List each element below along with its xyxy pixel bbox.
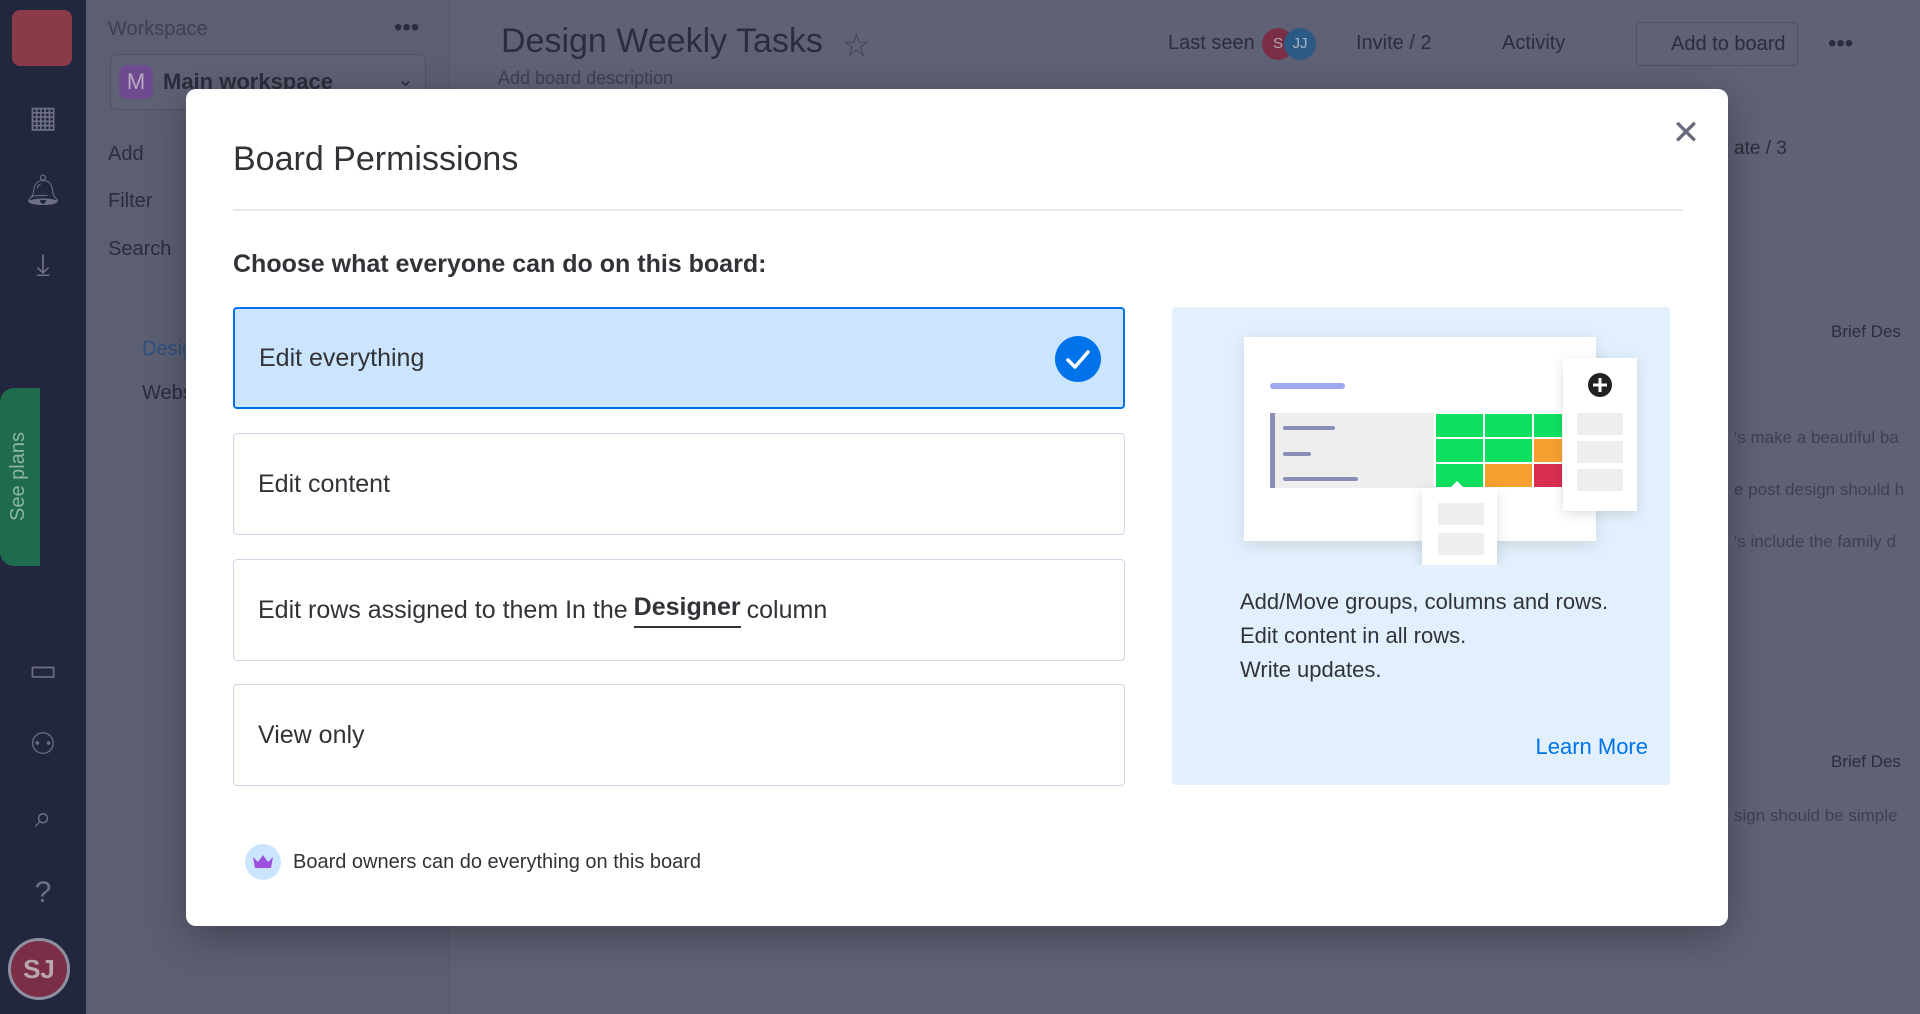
option-label: column [746, 595, 828, 624]
description-line: Edit content in all rows. [1240, 623, 1467, 648]
close-icon[interactable]: ✕ [1666, 113, 1706, 153]
dialog-title: Board Permissions [233, 140, 519, 178]
app-logo[interactable] [12, 10, 72, 66]
option-label: Edit rows assigned to them In the [258, 595, 628, 624]
calendar-icon[interactable]: ▭ [22, 650, 64, 692]
row-text: e post design should h [1734, 480, 1905, 499]
star-icon[interactable]: ☆ [842, 26, 871, 64]
avatar[interactable]: JJ [1284, 28, 1316, 60]
board-permissions-dialog: Board Permissions ✕ Choose what everyone… [186, 89, 1728, 926]
permission-description-panel: Add/Move groups, columns and rows. Edit … [1172, 307, 1670, 785]
column-header: Brief Des [1831, 322, 1901, 341]
row-text: 's include the family d [1734, 532, 1896, 551]
option-edit-assigned-rows[interactable]: Edit rows assigned to them In the Design… [233, 559, 1125, 661]
search-button[interactable]: Search [108, 238, 171, 261]
add-to-board-button[interactable]: Add to board [1636, 22, 1798, 66]
description-line: Write updates. [1240, 657, 1382, 682]
bell-icon[interactable]: 🔔︎ [22, 170, 64, 212]
invite-members-icon[interactable]: ⚇ [22, 724, 64, 766]
option-label: Edit content [258, 469, 391, 498]
crown-icon [245, 844, 281, 880]
workspace-label: Workspace [108, 18, 208, 40]
avatar[interactable]: SJ [8, 938, 70, 1000]
check-icon [1055, 336, 1101, 382]
designer-column-select[interactable]: Designer [633, 593, 741, 628]
learn-more-link[interactable]: Learn More [1535, 734, 1648, 760]
inbox-icon[interactable]: ⤓ [22, 245, 64, 287]
workspace-menu-icon[interactable]: ••• [394, 14, 419, 42]
board-title[interactable]: Design Weekly Tasks [501, 22, 823, 61]
option-label: View only [258, 720, 365, 749]
column-header: Brief Des [1831, 752, 1901, 771]
option-edit-content[interactable]: Edit content [233, 433, 1125, 535]
option-edit-everything[interactable]: Edit everything [233, 307, 1125, 409]
help-icon[interactable]: ? [22, 872, 64, 914]
description-line: Add/Move groups, columns and rows. [1240, 589, 1609, 614]
option-view-only[interactable]: View only [233, 684, 1125, 786]
filter-button[interactable]: Filter [108, 190, 152, 213]
more-icon[interactable]: ••• [1828, 30, 1853, 58]
board-description[interactable]: Add board description [498, 68, 673, 89]
owners-note-text: Board owners can do everything on this b… [293, 850, 702, 873]
activity-button[interactable]: Activity [1502, 32, 1565, 55]
add-button[interactable]: Add [108, 143, 144, 166]
row-text: sign should be simple [1734, 806, 1898, 825]
option-label: Edit everything [259, 343, 425, 372]
see-plans-button[interactable]: See plans [0, 388, 40, 566]
permission-description: Add/Move groups, columns and rows. Edit … [1240, 585, 1608, 687]
owners-note: Board owners can do everything on this b… [245, 844, 701, 880]
left-rail: ▦ 🔔︎ ⤓ See plans ▭ ⚇ ⌕ ? SJ [0, 0, 86, 1014]
dialog-heading: Choose what everyone can do on this boar… [233, 250, 767, 278]
last-seen-label: Last seen [1168, 32, 1255, 54]
invite-button[interactable]: Invite / 2 [1356, 32, 1432, 55]
boards-icon[interactable]: ▦ [22, 97, 64, 139]
board-illustration [1244, 337, 1637, 565]
workspace-icon: M [119, 65, 153, 99]
divider [233, 209, 1683, 211]
automate-button[interactable]: ate / 3 [1734, 138, 1787, 160]
row-text: 's make a beautiful ba [1734, 428, 1899, 447]
search-icon[interactable]: ⌕ [22, 797, 64, 839]
